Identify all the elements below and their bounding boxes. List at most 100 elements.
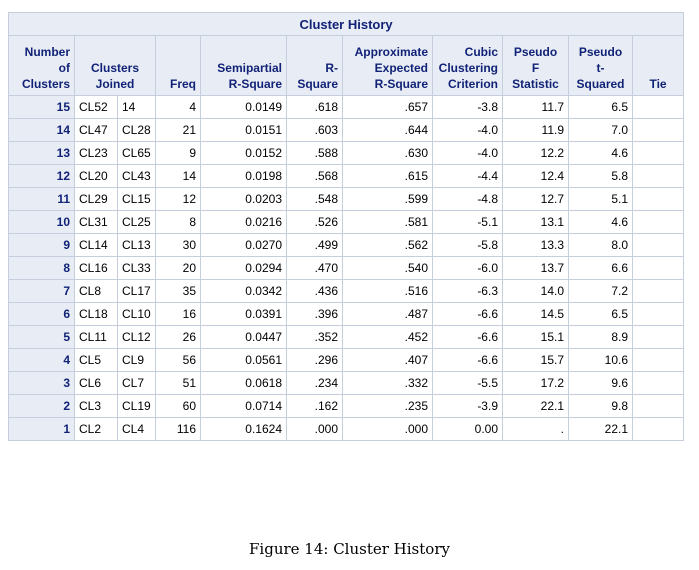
cell-joined-1: CL14 (74, 233, 118, 257)
cell-freq: 35 (155, 279, 201, 303)
cell-joined-2: CL17 (117, 279, 156, 303)
cell-joined-2: CL19 (117, 394, 156, 418)
header-cubic-clustering-criterion: Cubic Clustering Criterion (432, 35, 503, 96)
cell-tie (631, 325, 685, 349)
cell-rsquare: .162 (286, 394, 343, 418)
cell-joined-1: CL29 (74, 187, 118, 211)
table-row: 2 CL3 CL19 60 0.0714.162.235 -3.9 22.1 9.8 (8, 394, 685, 418)
cell-approx-expected-rsquare: .615 (342, 164, 433, 188)
cell-cubic-clustering-criterion: -5.5 (432, 371, 503, 395)
table-row: 14 CL47 CL28 21 0.0151.603.644 -4.0 11.9 7.0 (8, 118, 685, 142)
cell-pseudo-f: 17.2 (502, 371, 569, 395)
header-line: Semipartial (217, 61, 282, 75)
cell-joined-1: CL18 (74, 302, 118, 326)
cell-joined-1: CL52 (74, 95, 118, 119)
cell-number-of-clusters: 3 (8, 371, 75, 395)
header-line: Clustering (438, 61, 498, 75)
cell-rsquare: .548 (286, 187, 343, 211)
cell-joined-2: CL9 (117, 348, 156, 372)
cell-approx-expected-rsquare: .599 (342, 187, 433, 211)
cell-cubic-clustering-criterion: -6.6 (432, 302, 503, 326)
cell-pseudo-t-squared: 9.8 (568, 394, 633, 418)
cell-rsquare: .352 (286, 325, 343, 349)
cell-approx-expected-rsquare: .562 (342, 233, 433, 257)
header-line: Clusters (90, 61, 140, 75)
cell-number-of-clusters: 9 (8, 233, 75, 257)
cell-rsquare: .000 (286, 417, 343, 441)
cell-cubic-clustering-criterion: -5.8 (432, 233, 503, 257)
cell-tie (631, 164, 685, 188)
cell-number-of-clusters: 15 (8, 95, 75, 119)
header-line: Approximate (354, 45, 428, 59)
cell-semipartial-rsquare: 0.0216 (200, 210, 287, 234)
cluster-history-table-wrap: Cluster History Number of Clusters Clusters… (7, 12, 685, 441)
cell-tie (631, 210, 685, 234)
cell-rsquare: .296 (286, 348, 343, 372)
cell-semipartial-rsquare: 0.1624 (200, 417, 287, 441)
cell-pseudo-f: 12.4 (502, 164, 569, 188)
header-line: Square (297, 77, 338, 91)
cell-joined-1: CL47 (74, 118, 118, 142)
cell-number-of-clusters: 14 (8, 118, 75, 142)
cell-joined-2: CL12 (117, 325, 156, 349)
header-number-of-clusters: Number of Clusters (8, 35, 75, 96)
cluster-history-table: Cluster History Number of Clusters Clusters… (7, 12, 685, 441)
header-line: t- (596, 61, 605, 75)
cell-joined-2: CL10 (117, 302, 156, 326)
cell-tie (631, 394, 685, 418)
header-line: Freq (169, 77, 196, 91)
cell-pseudo-t-squared: 6.5 (568, 95, 633, 119)
cell-approx-expected-rsquare: .630 (342, 141, 433, 165)
cell-rsquare: .234 (286, 371, 343, 395)
table-row: 15 CL52 14 4 0.0149.618.657 -3.8 11.7 6.5 (8, 95, 685, 119)
cell-joined-2: CL25 (117, 210, 156, 234)
cell-pseudo-f: 22.1 (502, 394, 569, 418)
cell-semipartial-rsquare: 0.0294 (200, 256, 287, 280)
header-row: Number of Clusters Clusters Joined Freq Semipa… (8, 35, 685, 96)
cell-pseudo-f: 13.3 (502, 233, 569, 257)
cell-number-of-clusters: 11 (8, 187, 75, 211)
cell-approx-expected-rsquare: .407 (342, 348, 433, 372)
cell-pseudo-f: 15.1 (502, 325, 569, 349)
cell-joined-1: CL3 (74, 394, 118, 418)
cell-approx-expected-rsquare: .235 (342, 394, 433, 418)
cell-pseudo-f: 13.7 (502, 256, 569, 280)
table-row: 3 CL6 CL7 51 0.0618.234.332 -5.5 17.2 9.6 (8, 371, 685, 395)
cell-semipartial-rsquare: 0.0714 (200, 394, 287, 418)
cell-pseudo-t-squared: 7.2 (568, 279, 633, 303)
cell-approx-expected-rsquare: .540 (342, 256, 433, 280)
header-line: F (531, 61, 540, 75)
cell-cubic-clustering-criterion: -3.8 (432, 95, 503, 119)
cell-freq: 20 (155, 256, 201, 280)
cell-pseudo-t-squared: 4.6 (568, 141, 633, 165)
cell-joined-1: CL16 (74, 256, 118, 280)
figure-caption: Figure 14: Cluster History (249, 540, 450, 558)
cell-joined-1: CL8 (74, 279, 118, 303)
cell-freq: 9 (155, 141, 201, 165)
table-body: 15 CL52 14 4 0.0149.618.657 -3.8 11.7 6.5 14 CL47… (8, 95, 685, 441)
cell-semipartial-rsquare: 0.0149 (200, 95, 287, 119)
cell-joined-2: CL13 (117, 233, 156, 257)
header-line: R- (325, 61, 338, 75)
cell-semipartial-rsquare: 0.0391 (200, 302, 287, 326)
header-line: Number (24, 45, 70, 59)
header-line: Pseudo (578, 45, 623, 59)
cell-tie (631, 118, 685, 142)
header-pseudo-t-squared: Pseudo t- Squared (568, 35, 633, 96)
cell-joined-1: CL20 (74, 164, 118, 188)
cell-joined-1: CL5 (74, 348, 118, 372)
table-row: 1 CL2 CL4 116 0.1624.000.000 0.00. 22.1 (8, 417, 685, 441)
cell-freq: 56 (155, 348, 201, 372)
cell-joined-2: CL43 (117, 164, 156, 188)
cell-joined-2: CL33 (117, 256, 156, 280)
cell-tie (631, 95, 685, 119)
cell-pseudo-t-squared: 5.8 (568, 164, 633, 188)
cell-joined-2: CL15 (117, 187, 156, 211)
header-line: R-Square (374, 77, 428, 91)
cell-pseudo-f: 11.9 (502, 118, 569, 142)
cell-pseudo-f: 14.5 (502, 302, 569, 326)
header-line: Statistic (512, 77, 559, 91)
cell-approx-expected-rsquare: .332 (342, 371, 433, 395)
cell-pseudo-t-squared: 5.1 (568, 187, 633, 211)
table-row: 10 CL31 CL25 8 0.0216.526.581 -5.1 13.1 4.6 (8, 210, 685, 234)
